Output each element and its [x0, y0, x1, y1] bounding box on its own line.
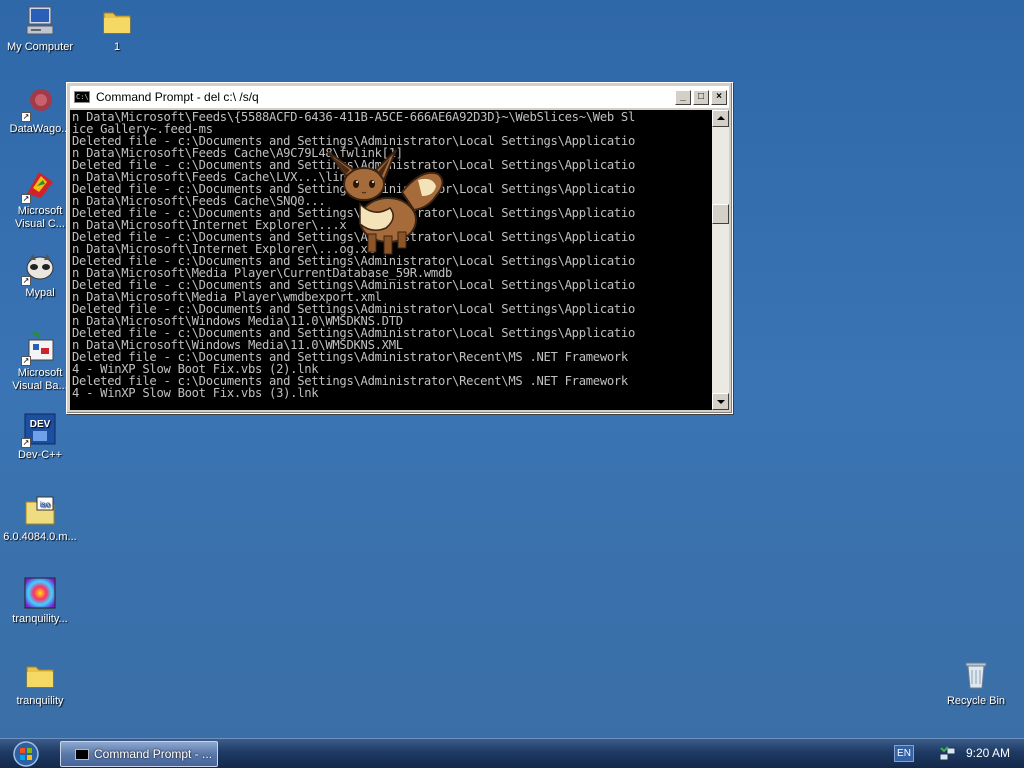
icon-label: tranquility... [12, 613, 68, 625]
svg-text:DEV: DEV [30, 419, 51, 430]
icon-label: My Computer [6, 41, 74, 53]
shortcut-arrow-icon: ↗ [21, 194, 31, 204]
devcpp-icon: DEV ↗ [21, 412, 57, 448]
window-title: Command Prompt - del c:\ /s/q [96, 90, 259, 104]
desktop-icon-folder-tranquility[interactable]: tranquility [1, 658, 79, 708]
console-app-icon [75, 748, 89, 760]
language-indicator[interactable]: EN [894, 745, 914, 762]
shortcut-arrow-icon: ↗ [21, 276, 31, 286]
arrow-down-icon [717, 400, 725, 404]
desktop-icon-devcpp[interactable]: DEV ↗ Dev-C++ [1, 412, 79, 462]
datawago-icon: ↗ [21, 86, 57, 122]
arrow-up-icon [717, 116, 725, 120]
svg-text:iso: iso [40, 500, 51, 509]
window-titlebar[interactable]: C:\ Command Prompt - del c:\ /s/q _ □ × [70, 86, 729, 108]
scroll-down-button[interactable] [712, 393, 729, 410]
desktop-icon-folder-1[interactable]: 1 [78, 4, 156, 54]
folder-icon [100, 4, 134, 38]
icon-label: Dev-C++ [17, 449, 63, 461]
close-button[interactable]: × [711, 89, 727, 105]
icon-label: 6.0.4084.0.m... [3, 531, 77, 543]
icon-label: tranquility [16, 695, 64, 707]
desktop-icon-tranquility-image[interactable]: tranquility... [1, 576, 79, 626]
taskbar: Command Prompt - ... EN 9:20 AM [0, 738, 1024, 768]
windows-logo-icon [13, 741, 39, 767]
network-icon[interactable] [938, 744, 958, 764]
eevee-desktop-pet[interactable] [318, 146, 450, 264]
start-button[interactable] [8, 740, 44, 768]
console-app-icon: C:\ [74, 91, 90, 103]
clock[interactable]: 9:20 AM [966, 746, 1010, 760]
taskbar-item-label: Command Prompt - ... [94, 747, 213, 761]
scroll-thumb[interactable] [712, 204, 729, 224]
shortcut-arrow-icon: ↗ [21, 356, 31, 366]
mypal-icon: ↗ [21, 250, 57, 286]
vertical-scrollbar[interactable] [712, 110, 729, 410]
visual-basic-icon: ↗ [21, 330, 57, 366]
desktop-icon-iso-file[interactable]: iso 6.0.4084.0.m... [1, 494, 79, 544]
tranquility-image-icon [23, 576, 57, 610]
shortcut-arrow-icon: ↗ [21, 438, 31, 448]
scroll-up-button[interactable] [712, 110, 729, 127]
console-line: 4 - WinXP Slow Boot Fix.vbs (3).lnk [72, 386, 319, 400]
my-computer-icon [23, 4, 57, 38]
taskbar-item-command-prompt[interactable]: Command Prompt - ... [60, 741, 218, 767]
icon-label: Recycle Bin [946, 695, 1006, 707]
iso-file-icon: iso [23, 494, 57, 528]
recycle-bin-icon [959, 658, 993, 692]
shortcut-arrow-icon: ↗ [21, 112, 31, 122]
visual-c-icon: ↗ [21, 168, 57, 204]
icon-label: 1 [113, 41, 121, 53]
maximize-button[interactable]: □ [693, 89, 709, 105]
minimize-button[interactable]: _ [675, 89, 691, 105]
desktop-icon-my-computer[interactable]: My Computer [1, 4, 79, 54]
folder-icon [23, 658, 57, 692]
desktop-icon-recycle-bin[interactable]: Recycle Bin [937, 658, 1015, 708]
